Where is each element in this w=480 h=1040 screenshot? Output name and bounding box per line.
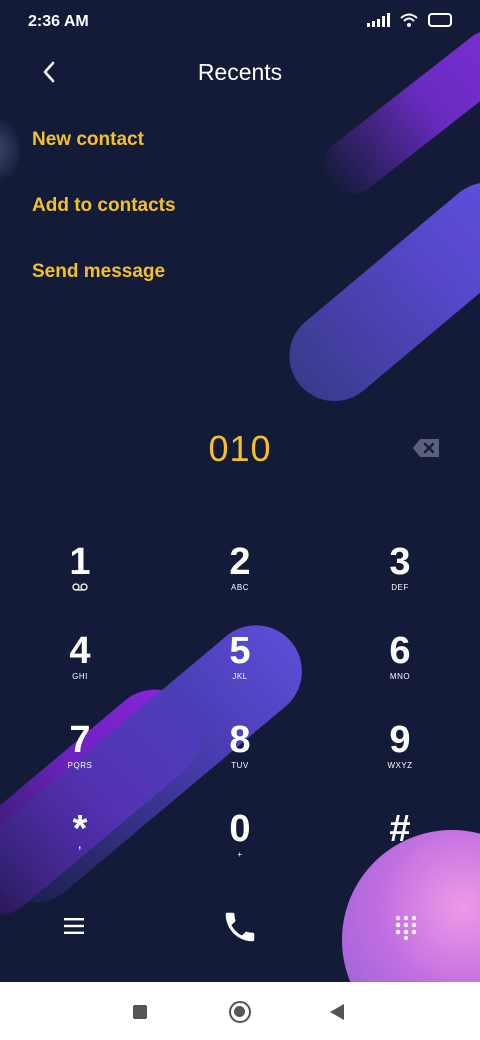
key-digit: 8	[229, 719, 251, 761]
header: Recents	[0, 50, 480, 94]
key-letters: ABC	[231, 583, 249, 592]
key-4[interactable]: 4 GHI	[20, 631, 140, 701]
page-title: Recents	[197, 59, 283, 85]
voicemail-icon	[72, 583, 88, 591]
key-9[interactable]: 9 WXYZ	[340, 720, 460, 790]
key-digit: 5	[229, 630, 251, 672]
key-digit: #	[389, 808, 411, 850]
decorative-stripe	[0, 670, 220, 935]
key-letters: TUV	[231, 761, 249, 770]
key-2[interactable]: 2 ABC	[180, 542, 300, 612]
key-star[interactable]: * ,	[20, 809, 140, 879]
dialer-screen: 2:36 AM Recents New contact Add to conta…	[0, 0, 480, 982]
key-3[interactable]: 3 DEF	[340, 542, 460, 612]
key-letters: +	[237, 850, 243, 859]
signal-icon	[367, 13, 390, 27]
key-digit: 3	[389, 541, 411, 583]
add-to-contacts-button[interactable]: Add to contacts	[32, 195, 176, 217]
phone-icon[interactable]	[221, 908, 259, 946]
send-message-button[interactable]: Send message	[32, 261, 165, 283]
key-digit: 7	[69, 719, 91, 761]
background-glow	[0, 110, 20, 190]
key-letters: PQRS	[67, 761, 93, 770]
key-hash[interactable]: #	[340, 809, 460, 879]
wifi-icon	[400, 13, 418, 27]
key-6[interactable]: 6 MNO	[340, 631, 460, 701]
status-icons	[367, 13, 452, 27]
key-1[interactable]: 1	[20, 542, 140, 612]
backspace-icon[interactable]	[412, 438, 440, 458]
battery-icon	[428, 13, 452, 27]
key-digit: 9	[389, 719, 411, 761]
dialpad-icon[interactable]	[394, 914, 418, 940]
key-digit: 4	[69, 630, 91, 672]
key-7[interactable]: 7 PQRS	[20, 720, 140, 790]
new-contact-button[interactable]: New contact	[32, 129, 144, 151]
menu-icon[interactable]	[63, 917, 85, 935]
home-nav-icon[interactable]	[229, 1001, 251, 1023]
key-letters: ,	[77, 835, 83, 851]
decorative-stripe	[271, 164, 480, 420]
back-nav-icon[interactable]	[330, 1004, 344, 1020]
key-letters: MNO	[389, 672, 411, 681]
recents-nav-icon[interactable]	[133, 1005, 147, 1019]
decorative-stripe	[312, 19, 480, 206]
key-digit: 6	[389, 630, 411, 672]
key-8[interactable]: 8 TUV	[180, 720, 300, 790]
key-0[interactable]: 0 +	[180, 809, 300, 879]
key-5[interactable]: 5 JKL	[180, 631, 300, 701]
key-letters: WXYZ	[387, 761, 413, 770]
key-digit: 1	[69, 541, 91, 583]
status-time: 2:36 AM	[28, 13, 89, 30]
key-digit: 2	[229, 541, 251, 583]
key-letters: DEF	[391, 583, 409, 592]
key-letters: JKL	[232, 672, 248, 681]
dialed-number: 010	[208, 428, 272, 469]
system-nav-bar	[0, 982, 480, 1040]
key-letters: GHI	[72, 672, 88, 681]
status-bar: 2:36 AM	[0, 0, 480, 44]
key-digit: 0	[229, 808, 251, 850]
